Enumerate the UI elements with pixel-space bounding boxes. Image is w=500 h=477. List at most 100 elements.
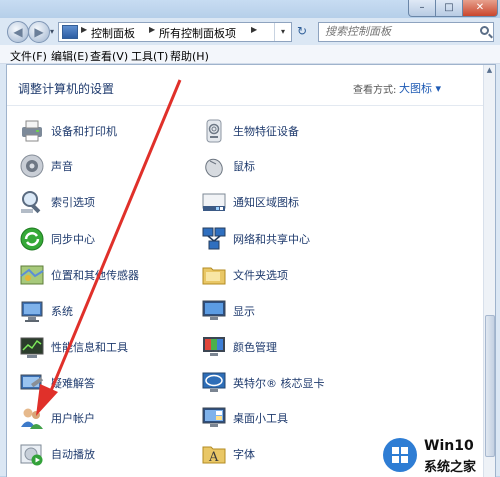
title-bar: – □ ✕ [0, 0, 500, 18]
address-dropdown-icon[interactable]: ▾ [274, 23, 291, 41]
recent-pages-chevron-icon[interactable]: ▾ [50, 27, 54, 36]
item-intel-graphics[interactable]: 英特尔® 核芯显卡 [201, 369, 371, 397]
item-label: 声音 [51, 160, 73, 173]
maximize-button[interactable]: □ [435, 0, 463, 17]
item-network-sharing[interactable]: 网络和共享中心 [201, 225, 371, 253]
network-icon [202, 227, 226, 250]
item-label: 生物特征设备 [233, 125, 299, 138]
menu-bar: 文件(F) 编辑(E) 查看(V) 工具(T) 帮助(H) [0, 45, 500, 64]
item-desktop-gadgets[interactable]: 桌面小工具 [201, 404, 371, 432]
windows-logo-icon [392, 447, 408, 463]
breadcrumb-separator-icon[interactable]: ▶ [251, 25, 257, 34]
search-box[interactable] [318, 22, 494, 42]
item-mouse[interactable]: 鼠标 [201, 152, 371, 180]
item-label: 用户帐户 [51, 412, 95, 425]
address-bar[interactable]: ▶ 控制面板 ▶ 所有控制面板项 ▶ ▾ [58, 22, 292, 42]
notification-icon [202, 193, 226, 211]
color-icon [203, 337, 225, 356]
search-input[interactable] [325, 24, 465, 39]
item-biometric-devices[interactable]: 生物特征设备 [201, 117, 371, 145]
menu-edit[interactable]: 编辑(E) [51, 48, 89, 64]
view-by-label: 查看方式: [353, 85, 397, 96]
item-label: 颜色管理 [233, 341, 277, 354]
speaker-icon [20, 154, 44, 178]
vertical-scrollbar[interactable]: ▲ [483, 65, 495, 477]
back-button[interactable]: ◀ [7, 21, 29, 43]
folder-icon [202, 267, 226, 285]
item-label: 设备和打印机 [51, 125, 117, 138]
content-pane: 调整计算机的设置 查看方式: 大图标 ▾ 设备和打印机 声音 索引选项 同步中心… [6, 64, 496, 477]
font-icon: A [202, 446, 226, 465]
menu-tools[interactable]: 工具(T) [131, 48, 168, 64]
control-panel-window: – □ ✕ ◀ ▶ ▾ ▶ 控制面板 ▶ 所有控制面板项 ▶ ▾ ↻ 文件(F)… [0, 0, 500, 477]
breadcrumb-separator-icon[interactable]: ▶ [81, 25, 87, 34]
item-label: 位置和其他传感器 [51, 269, 139, 282]
close-button[interactable]: ✕ [462, 0, 498, 17]
item-label: 疑难解答 [51, 377, 95, 390]
item-label: 通知区域图标 [233, 196, 299, 209]
magnifier-icon [21, 191, 41, 214]
item-autoplay[interactable]: 自动播放 [19, 440, 189, 468]
refresh-icon[interactable]: ↻ [292, 22, 312, 40]
item-label: 英特尔® 核芯显卡 [233, 377, 325, 390]
item-label: 索引选项 [51, 196, 95, 209]
watermark-title: Win10 [424, 438, 474, 454]
item-label: 性能信息和工具 [51, 341, 128, 354]
autoplay-icon [20, 444, 43, 466]
watermark-logo-icon [383, 438, 417, 472]
menu-file[interactable]: 文件(F) [10, 48, 47, 64]
breadcrumb-all-items[interactable]: 所有控制面板项 [159, 25, 236, 41]
item-display[interactable]: 显示 [201, 297, 371, 325]
item-performance[interactable]: 性能信息和工具 [19, 333, 189, 361]
item-troubleshooting[interactable]: 疑难解答 [19, 369, 189, 397]
item-sync-center[interactable]: 同步中心 [19, 225, 189, 253]
item-color-management[interactable]: 颜色管理 [201, 333, 371, 361]
display-icon [202, 300, 226, 320]
search-icon[interactable] [480, 26, 489, 35]
item-label: 自动播放 [51, 448, 95, 461]
menu-help[interactable]: 帮助(H) [170, 48, 209, 64]
item-location-sensors[interactable]: 位置和其他传感器 [19, 261, 189, 289]
item-label: 系统 [51, 305, 73, 318]
item-system[interactable]: 系统 [19, 297, 189, 325]
intel-icon [202, 372, 226, 392]
troubleshoot-icon [20, 374, 44, 390]
breadcrumb-separator-icon[interactable]: ▶ [149, 25, 155, 34]
users-icon [21, 408, 43, 429]
item-indexing-options[interactable]: 索引选项 [19, 188, 189, 216]
gadgets-icon [202, 407, 226, 427]
sync-icon [20, 227, 44, 251]
breadcrumb-control-panel[interactable]: 控制面板 [91, 25, 135, 41]
item-label: 显示 [233, 305, 255, 318]
scroll-thumb[interactable] [485, 315, 495, 457]
fingerprint-icon [206, 119, 222, 143]
page-title: 调整计算机的设置 [18, 82, 115, 96]
item-sound[interactable]: 声音 [19, 152, 189, 180]
divider [7, 105, 483, 106]
scroll-up-icon[interactable]: ▲ [484, 65, 495, 76]
item-folder-options[interactable]: 文件夹选项 [201, 261, 371, 289]
navigation-bar: ◀ ▶ ▾ ▶ 控制面板 ▶ 所有控制面板项 ▶ ▾ ↻ [0, 18, 500, 44]
view-by-dropdown[interactable]: 大图标 ▾ [399, 80, 441, 96]
item-user-accounts[interactable]: 用户帐户 [19, 404, 189, 432]
item-devices-printers[interactable]: 设备和打印机 [19, 117, 189, 145]
svg-text:A: A [208, 450, 219, 465]
performance-icon [20, 337, 44, 358]
mouse-icon [205, 158, 223, 178]
item-label: 字体 [233, 448, 255, 461]
item-fonts[interactable]: A 字体 [201, 440, 371, 468]
item-label: 网络和共享中心 [233, 233, 310, 246]
item-label: 文件夹选项 [233, 269, 288, 282]
location-icon [20, 265, 44, 285]
computer-icon [21, 301, 43, 322]
item-label: 同步中心 [51, 233, 95, 246]
item-notification-icons[interactable]: 通知区域图标 [201, 188, 371, 216]
control-panel-icon [62, 25, 78, 39]
menu-view[interactable]: 查看(V) [90, 48, 128, 64]
printer-icon [22, 120, 42, 142]
item-label: 鼠标 [233, 160, 255, 173]
item-label: 桌面小工具 [233, 412, 288, 425]
forward-button[interactable]: ▶ [28, 21, 50, 43]
minimize-button[interactable]: – [408, 0, 436, 17]
watermark-subtitle: 系统之家 [424, 460, 477, 475]
